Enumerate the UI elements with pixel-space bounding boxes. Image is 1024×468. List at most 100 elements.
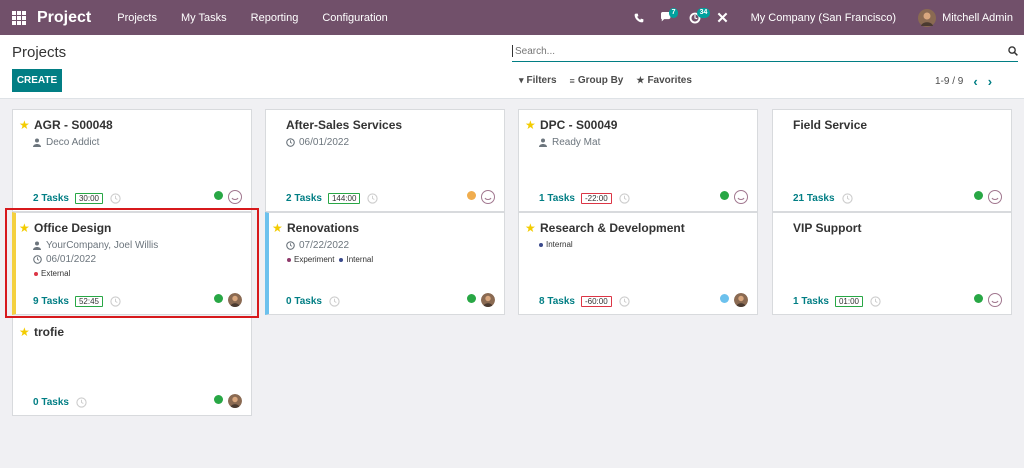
project-card[interactable]: After-Sales Services 06/01/2022 2 Tasks … — [265, 109, 505, 212]
create-button[interactable]: CREATE — [12, 69, 62, 92]
project-card[interactable]: ★ trofie 0 Tasks — [12, 316, 252, 416]
project-title: After-Sales Services — [286, 118, 403, 132]
search-icon[interactable] — [1004, 46, 1018, 56]
project-title: AGR - S00048 — [34, 118, 113, 132]
pager-next-icon[interactable]: › — [988, 74, 992, 89]
avatar-placeholder-icon[interactable] — [988, 190, 1002, 204]
search-options: ▾ Filters ≡ Group By ★ Favorites — [519, 75, 705, 86]
status-dot[interactable] — [720, 294, 729, 303]
status-dot[interactable] — [214, 395, 223, 404]
favorite-star-icon[interactable]: ★ — [19, 221, 30, 235]
apps-menu-icon[interactable] — [12, 10, 26, 25]
activity-clock-icon[interactable] — [619, 193, 630, 204]
favorite-star-icon[interactable]: ★ — [272, 221, 283, 235]
tasks-link[interactable]: 21 Tasks — [793, 193, 835, 204]
avatar[interactable] — [228, 293, 242, 307]
tasks-link[interactable]: 9 Tasks — [33, 296, 69, 307]
status-dot[interactable] — [467, 191, 476, 200]
tasks-link[interactable]: 1 Tasks — [539, 193, 575, 204]
project-card[interactable]: ★ Renovations 07/22/2022 Experiment Inte… — [265, 212, 505, 315]
user-icon — [539, 138, 549, 147]
favorite-star-icon[interactable]: ★ — [525, 118, 536, 132]
status-dot[interactable] — [214, 294, 223, 303]
tasks-link[interactable]: 8 Tasks — [539, 296, 575, 307]
tasks-link[interactable]: 2 Tasks — [33, 193, 69, 204]
project-title: Field Service — [793, 118, 868, 132]
avatar[interactable] — [734, 293, 748, 307]
company-switcher[interactable]: My Company (San Francisco) — [751, 12, 897, 24]
card-footer: 9 Tasks 52:45 — [33, 296, 121, 307]
favorite-star-icon[interactable]: ★ — [19, 325, 30, 339]
pager-value[interactable]: 1-9 / 9 — [935, 76, 963, 87]
main-menu: Projects My Tasks Reporting Configuratio… — [105, 12, 400, 24]
activity-clock-icon[interactable] — [329, 296, 340, 307]
activity-icon[interactable]: 34 — [681, 0, 711, 35]
favorite-star-icon[interactable]: ★ — [525, 221, 536, 235]
allocated-time-badge: 52:45 — [74, 296, 103, 307]
project-card[interactable]: ★ Research & Development Internal 8 Task… — [518, 212, 758, 315]
project-title: Office Design — [34, 221, 112, 235]
avatar-placeholder-icon[interactable] — [481, 190, 495, 204]
status-dot[interactable] — [974, 191, 983, 200]
date-value: 06/01/2022 — [299, 137, 350, 148]
project-date: 06/01/2022 — [286, 137, 349, 148]
menu-item-configuration[interactable]: Configuration — [310, 12, 399, 24]
group-by-dropdown[interactable]: ≡ Group By — [570, 75, 624, 86]
avatar-placeholder-icon[interactable] — [228, 190, 242, 204]
project-card[interactable]: VIP Support 1 Tasks 01:00 — [772, 212, 1012, 315]
chat-icon[interactable]: 7 — [653, 0, 681, 35]
project-card[interactable]: ★ Office Design YourCompany, Joel Willis… — [12, 212, 252, 315]
status-dot[interactable] — [467, 294, 476, 303]
menu-item-reporting[interactable]: Reporting — [239, 12, 311, 24]
group-by-label: Group By — [577, 75, 624, 86]
user-menu[interactable]: Mitchell Admin — [918, 8, 1013, 27]
card-footer: 2 Tasks 144:00 — [286, 193, 379, 204]
app-brand[interactable]: Project — [37, 9, 91, 27]
allocated-time-badge: -60:00 — [580, 296, 612, 307]
list-icon: ≡ — [569, 75, 575, 86]
avatar-placeholder-icon[interactable] — [988, 293, 1002, 307]
project-date: 06/01/2022 — [33, 254, 96, 265]
avatar-placeholder-icon[interactable] — [734, 190, 748, 204]
search-input[interactable] — [512, 45, 1004, 57]
activity-clock-icon[interactable] — [367, 193, 379, 204]
project-tags: Experiment Internal — [287, 255, 378, 264]
debug-tools-icon[interactable] — [709, 0, 737, 35]
menu-item-projects[interactable]: Projects — [105, 12, 169, 24]
avatar[interactable] — [481, 293, 495, 307]
tasks-link[interactable]: 1 Tasks — [793, 296, 829, 307]
favorite-star-icon[interactable]: ★ — [19, 118, 30, 132]
project-card[interactable]: ★ DPC - S00049 Ready Mat 1 Tasks -22:00 — [518, 109, 758, 212]
activity-clock-icon[interactable] — [870, 296, 881, 307]
tasks-link[interactable]: 0 Tasks — [33, 397, 69, 408]
filters-dropdown[interactable]: ▾ Filters — [519, 75, 557, 86]
star-icon: ★ — [636, 75, 645, 85]
activity-clock-icon[interactable] — [619, 296, 630, 307]
status-dot[interactable] — [720, 191, 729, 200]
project-card[interactable]: ★ AGR - S00048 Deco Addict 2 Tasks 30:00 — [12, 109, 252, 212]
activity-clock-icon[interactable] — [76, 397, 87, 408]
partner-name: Ready Mat — [552, 137, 601, 148]
project-card[interactable]: Field Service 21 Tasks — [772, 109, 1012, 212]
project-partner: Ready Mat — [539, 137, 600, 148]
user-icon — [33, 241, 43, 250]
pager-previous-icon[interactable]: ‹ — [973, 74, 977, 89]
status-dot[interactable] — [974, 294, 983, 303]
project-partner: YourCompany, Joel Willis — [33, 240, 158, 251]
activity-clock-icon[interactable] — [110, 296, 121, 307]
allocated-time-badge: -22:00 — [580, 193, 612, 204]
phone-icon[interactable] — [625, 0, 653, 35]
status-dot[interactable] — [214, 191, 223, 200]
activity-clock-icon[interactable] — [110, 193, 121, 204]
tag-internal: Internal — [539, 240, 573, 249]
favorites-dropdown[interactable]: ★ Favorites — [636, 75, 692, 86]
user-name: Mitchell Admin — [942, 11, 1013, 24]
filters-label: Filters — [526, 75, 557, 86]
tasks-link[interactable]: 2 Tasks — [286, 193, 322, 204]
avatar[interactable] — [228, 394, 242, 408]
search-bar — [512, 41, 1018, 62]
menu-item-my-tasks[interactable]: My Tasks — [169, 12, 239, 24]
activity-clock-icon[interactable] — [841, 193, 853, 204]
tag-experiment: Experiment — [287, 255, 334, 264]
tasks-link[interactable]: 0 Tasks — [286, 296, 322, 307]
